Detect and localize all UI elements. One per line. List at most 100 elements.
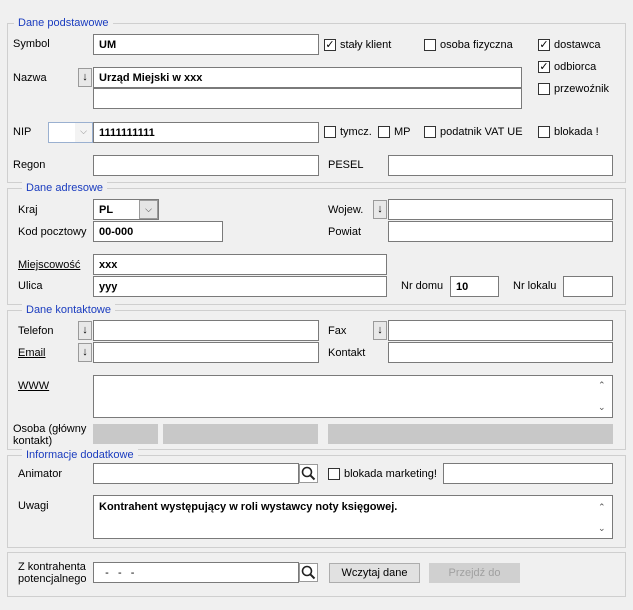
address-legend: Dane adresowe xyxy=(22,182,108,195)
www-scroll-down[interactable]: ⌄ xyxy=(598,402,606,412)
kontakt-label: Kontakt xyxy=(328,347,366,359)
telefon-arrow-button[interactable]: ↓ xyxy=(78,321,92,340)
nip-label: NIP xyxy=(13,126,32,138)
blokada-label: blokada ! xyxy=(554,126,599,138)
wojew-arrow-button[interactable]: ↓ xyxy=(373,200,387,219)
kod-label: Kod pocztowy xyxy=(18,226,87,238)
regon-label: Regon xyxy=(13,159,46,171)
name-input[interactable]: Urząd Miejski w xxx xyxy=(93,67,522,88)
odbiorca-label: odbiorca xyxy=(554,61,597,73)
animator-input[interactable] xyxy=(93,463,299,484)
chevron-up-icon: ⌃ xyxy=(598,380,606,390)
miejscowosc-input[interactable]: xxx xyxy=(93,254,387,275)
przewoznik-label: przewoźnik xyxy=(554,83,610,95)
nr-domu-input[interactable]: 10 xyxy=(450,276,499,297)
pesel-input[interactable] xyxy=(388,155,613,176)
mp-checkbox[interactable] xyxy=(378,126,390,138)
uwagi-textarea[interactable]: Kontrahent występujący w roli wystawcy n… xyxy=(93,495,613,539)
ulica-label: Ulica xyxy=(18,280,43,292)
pesel-label: PESEL xyxy=(328,159,364,171)
email-arrow-button[interactable]: ↓ xyxy=(78,343,92,362)
name-input-line2[interactable] xyxy=(93,88,522,109)
chevron-up-icon: ⌃ xyxy=(598,502,606,512)
contact-legend: Dane kontaktowe xyxy=(22,304,115,317)
search-icon xyxy=(301,565,316,580)
name-label: Nazwa xyxy=(13,72,47,84)
uwagi-scroll-up[interactable]: ⌃ xyxy=(598,502,606,512)
chevron-down-icon: ⌄ xyxy=(598,402,606,412)
name-arrow-button[interactable]: ↓ xyxy=(78,68,92,87)
miejscowosc-label[interactable]: Miejscowość xyxy=(18,259,80,272)
mp-label: MP xyxy=(394,126,411,138)
telefon-input[interactable] xyxy=(93,320,319,341)
chevron-down-icon: ⌄ xyxy=(598,523,606,533)
down-arrow-icon: ↓ xyxy=(377,324,383,336)
load-data-button[interactable]: Wczytaj dane xyxy=(329,563,420,583)
vat-ue-label: podatnik VAT UE xyxy=(440,126,523,138)
check-icon: ✓ xyxy=(539,39,549,51)
check-icon: ✓ xyxy=(539,61,549,73)
potential-contractor-input[interactable]: - - - xyxy=(93,562,299,583)
kod-input[interactable]: 00-000 xyxy=(93,221,223,242)
regon-input[interactable] xyxy=(93,155,319,176)
fax-input[interactable] xyxy=(388,320,613,341)
osoba-field-3 xyxy=(328,424,613,444)
ulica-input[interactable]: yyy xyxy=(93,276,387,297)
nip-prefix-dropdown-button[interactable]: ⌵ xyxy=(75,123,92,142)
osoba-label-line2: kontakt) xyxy=(13,435,53,447)
tymcz-label: tymcz. xyxy=(340,126,372,138)
blokada-marketing-input[interactable] xyxy=(443,463,613,484)
nr-lokalu-label: Nr lokalu xyxy=(513,280,557,292)
symbol-label: Symbol xyxy=(13,38,50,50)
osoba-fizyczna-label: osoba fizyczna xyxy=(440,39,513,51)
dostawca-checkbox[interactable]: ✓ xyxy=(538,39,550,51)
basic-data-legend: Dane podstawowe xyxy=(14,17,113,30)
down-arrow-icon: ↓ xyxy=(82,346,88,358)
search-icon xyxy=(301,466,316,481)
nr-domu-label: Nr domu xyxy=(401,280,444,292)
odbiorca-checkbox[interactable]: ✓ xyxy=(538,61,550,73)
chevron-down-icon: ⌵ xyxy=(80,126,87,136)
email-label[interactable]: Email xyxy=(18,347,46,360)
www-label[interactable]: WWW xyxy=(18,380,49,393)
down-arrow-icon: ↓ xyxy=(82,71,88,83)
uwagi-scroll-down[interactable]: ⌄ xyxy=(598,523,606,533)
vat-ue-checkbox[interactable] xyxy=(424,126,436,138)
wojew-label: Wojew. xyxy=(328,204,364,216)
email-input[interactable] xyxy=(93,342,319,363)
kraj-dropdown-button[interactable]: ⌵ xyxy=(139,200,158,219)
wojew-input[interactable] xyxy=(388,199,613,220)
powiat-label: Powiat xyxy=(328,226,362,238)
z-kontrahenta-label-line2: potencjalnego xyxy=(18,573,87,585)
chevron-down-icon: ⌵ xyxy=(145,204,152,214)
fax-arrow-button[interactable]: ↓ xyxy=(373,321,387,340)
animator-label: Animator xyxy=(18,468,63,480)
check-icon: ✓ xyxy=(325,39,335,51)
extra-legend: Informacje dodatkowe xyxy=(22,449,138,462)
blokada-marketing-label: blokada marketing! xyxy=(344,468,437,480)
przewoznik-checkbox[interactable] xyxy=(538,83,550,95)
potential-contractor-search-button[interactable] xyxy=(299,563,318,582)
osoba-fizyczna-checkbox[interactable] xyxy=(424,39,436,51)
down-arrow-icon: ↓ xyxy=(82,324,88,336)
www-textarea[interactable] xyxy=(93,375,613,418)
tymcz-checkbox[interactable] xyxy=(324,126,336,138)
osoba-field-2 xyxy=(163,424,318,444)
blokada-checkbox[interactable] xyxy=(538,126,550,138)
goto-button[interactable]: Przejdź do xyxy=(429,563,520,583)
nip-input[interactable]: 1111111111 xyxy=(93,122,319,143)
osoba-field-1 xyxy=(93,424,158,444)
telefon-label: Telefon xyxy=(18,325,54,337)
animator-search-button[interactable] xyxy=(299,464,318,483)
fax-label: Fax xyxy=(328,325,347,337)
down-arrow-icon: ↓ xyxy=(377,203,383,215)
nr-lokalu-input[interactable] xyxy=(563,276,613,297)
www-scroll-up[interactable]: ⌃ xyxy=(598,380,606,390)
uwagi-label: Uwagi xyxy=(18,500,49,512)
dostawca-label: dostawca xyxy=(554,39,601,51)
blokada-marketing-checkbox[interactable] xyxy=(328,468,340,480)
powiat-input[interactable] xyxy=(388,221,613,242)
kontakt-input[interactable] xyxy=(388,342,613,363)
symbol-input[interactable]: UM xyxy=(93,34,319,55)
staly-klient-checkbox[interactable]: ✓ xyxy=(324,39,336,51)
